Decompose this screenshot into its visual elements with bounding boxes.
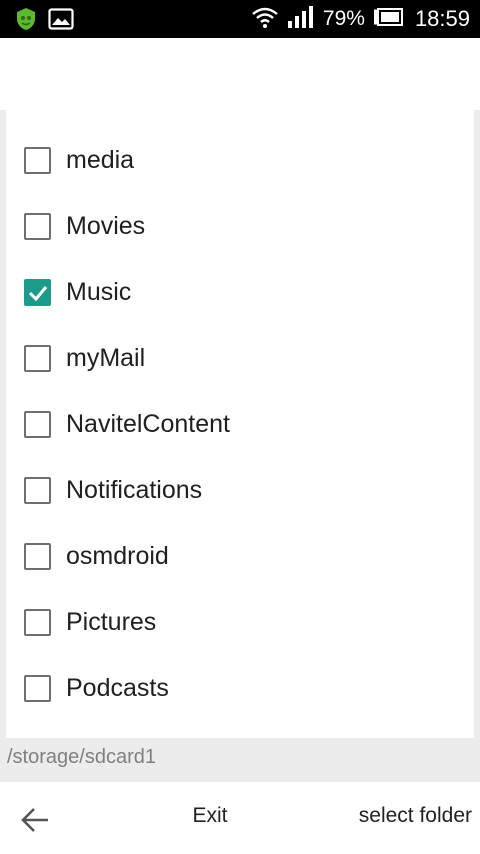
clock: 18:59 xyxy=(414,6,470,31)
arrow-left-icon xyxy=(21,808,48,832)
battery-icon xyxy=(373,7,403,31)
folder-label: Podcasts xyxy=(66,674,169,702)
folder-label: media xyxy=(66,146,135,174)
back-button[interactable] xyxy=(14,802,54,838)
folder-label: Notifications xyxy=(66,476,203,504)
list-item[interactable]: Music xyxy=(6,259,474,325)
folder-label: myMail xyxy=(66,344,146,372)
folder-label: Pictures xyxy=(66,608,157,636)
folder-label: Movies xyxy=(66,212,146,240)
folder-label: NavitelContent xyxy=(66,410,230,438)
current-path: /storage/sdcard1 xyxy=(7,746,156,768)
check-icon xyxy=(28,286,48,302)
checkbox[interactable] xyxy=(24,675,51,702)
select-folder-button[interactable]: select folder xyxy=(359,804,472,834)
folder-label: Music xyxy=(66,278,132,306)
status-bar: 79% 18:59 xyxy=(0,0,480,38)
wifi-icon xyxy=(251,5,279,34)
signal-icon xyxy=(287,5,315,34)
path-bar: /storage/sdcard1 xyxy=(0,738,480,778)
checkbox[interactable] xyxy=(24,411,51,438)
list-item[interactable]: osmdroid xyxy=(6,523,474,589)
checkbox[interactable] xyxy=(24,609,51,636)
list-item[interactable]: Podcasts xyxy=(6,655,474,721)
list-item[interactable]: Pictures xyxy=(6,589,474,655)
list-item[interactable]: NavitelContent xyxy=(6,391,474,457)
list-item[interactable]: myMail xyxy=(6,325,474,391)
list-item[interactable]: Movies xyxy=(6,193,474,259)
checkbox[interactable] xyxy=(24,147,51,174)
list-item[interactable]: media xyxy=(6,127,474,193)
bottom-bar: Exit select folder xyxy=(0,782,480,854)
app-shield-icon xyxy=(14,7,38,36)
checkbox[interactable] xyxy=(24,213,51,240)
list-item[interactable]: Notifications xyxy=(6,457,474,523)
image-icon xyxy=(48,8,74,35)
battery-percent: 79% xyxy=(322,7,365,30)
exit-button[interactable]: Exit xyxy=(180,804,240,834)
checkbox[interactable] xyxy=(24,345,51,372)
dialog-header xyxy=(0,38,480,110)
folder-list[interactable]: media Movies Music myMail NavitelContent… xyxy=(6,110,474,738)
checkbox[interactable] xyxy=(24,477,51,504)
checkbox[interactable] xyxy=(24,543,51,570)
checkbox-checked[interactable] xyxy=(24,279,51,306)
folder-label: osmdroid xyxy=(66,542,169,570)
